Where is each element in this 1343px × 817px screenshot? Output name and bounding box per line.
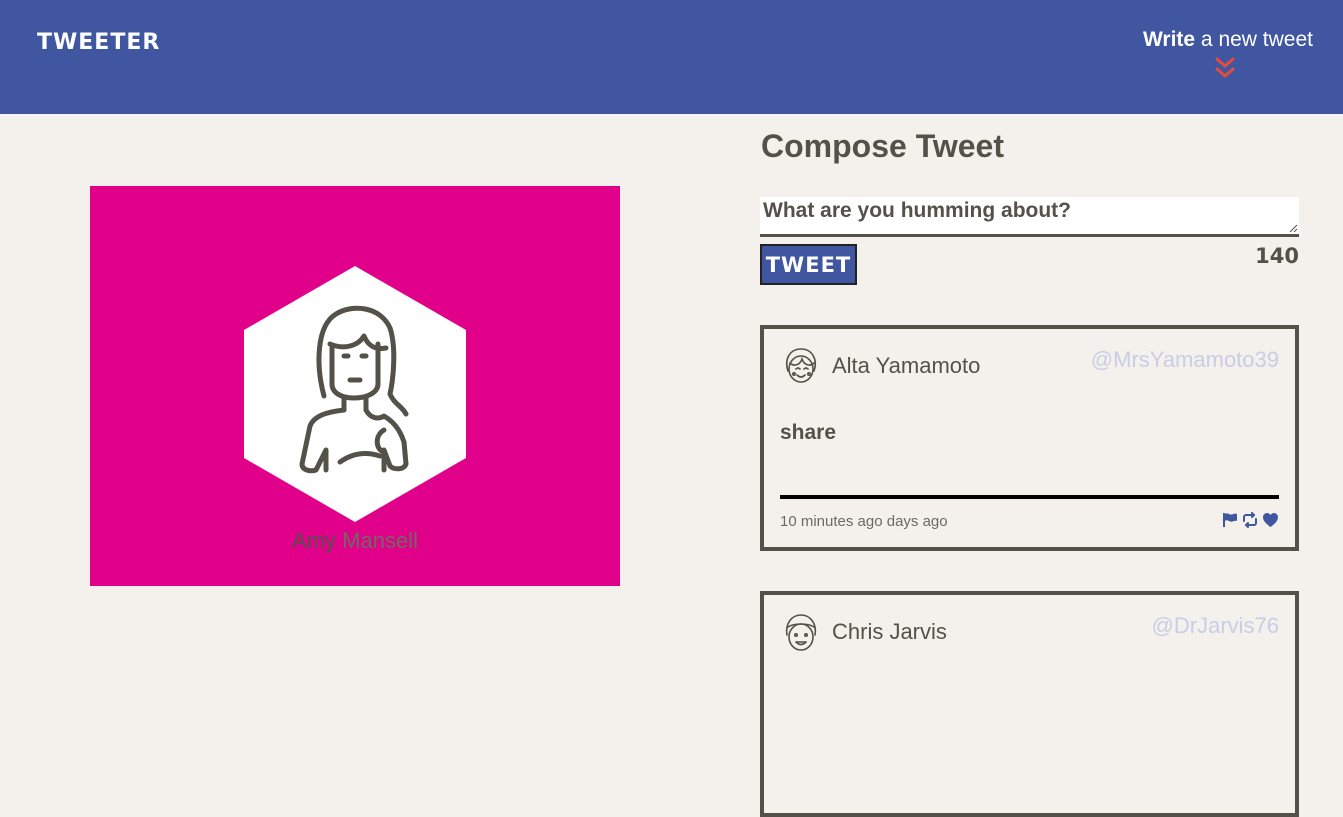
tweet-actions — [1222, 512, 1279, 528]
resize-grip-icon[interactable] — [1289, 224, 1298, 233]
flag-icon[interactable] — [1222, 512, 1238, 528]
profile-card: Amy Mansell — [90, 186, 620, 586]
write-link-text: a new tweet — [1195, 28, 1313, 51]
tweet-author-handle[interactable]: @MrsYamamoto39 — [1091, 347, 1279, 373]
user-avatar-icon — [244, 266, 466, 522]
top-nav: Tweeter Write a new tweet — [0, 0, 1343, 114]
tweet-content: share — [780, 421, 837, 444]
tweet-button[interactable]: Tweet — [760, 244, 857, 285]
tweet-timestamp: 10 minutes ago days ago — [780, 513, 948, 530]
tweet-divider — [780, 495, 1279, 499]
tweet-card: Chris Jarvis @DrJarvis76 — [760, 591, 1299, 817]
tweet-author-handle[interactable]: @DrJarvis76 — [1152, 613, 1279, 639]
profile-first-name: Amy — [292, 528, 337, 553]
retweet-icon[interactable] — [1241, 512, 1259, 528]
profile-name: Amy Mansell — [90, 528, 620, 554]
double-chevron-down-icon[interactable] — [1214, 56, 1236, 80]
write-link-bold: Write — [1142, 28, 1196, 51]
brand-logo[interactable]: Tweeter — [37, 30, 160, 55]
compose-title: Compose Tweet — [761, 128, 1004, 164]
profile-last-name: Mansell — [336, 528, 418, 553]
heart-icon[interactable] — [1262, 512, 1279, 528]
user-avatar-icon — [785, 348, 817, 383]
tweet-author-name: Alta Yamamoto — [832, 353, 981, 378]
user-avatar-icon — [785, 614, 817, 651]
tweet-author-name: Chris Jarvis — [832, 619, 947, 644]
character-counter: 140 — [1255, 244, 1299, 268]
tweet-card: Alta Yamamoto @MrsYamamoto39 share 10 mi… — [760, 325, 1299, 551]
write-new-tweet-link[interactable]: Write a new tweet — [1143, 28, 1313, 52]
tweet-textarea[interactable]: What are you humming about? — [760, 197, 1299, 237]
